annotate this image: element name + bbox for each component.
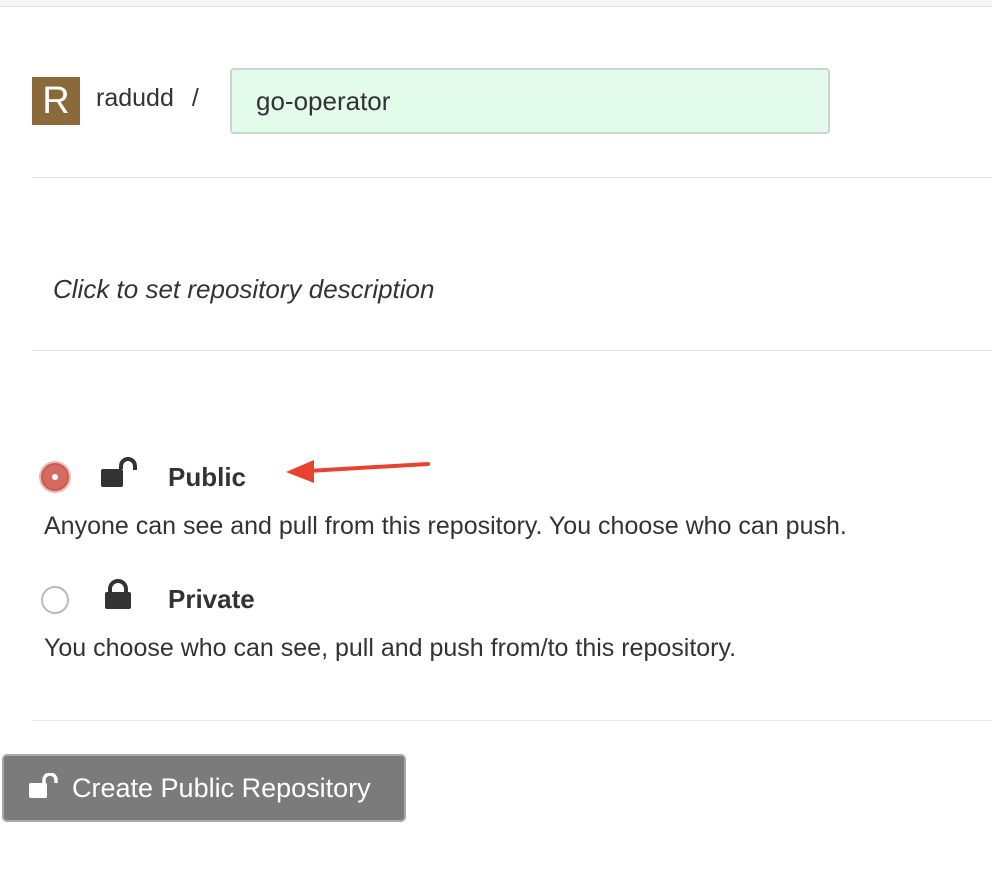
private-description: You choose who can see, pull and push fr… xyxy=(44,634,737,662)
public-label: Public xyxy=(168,462,247,492)
top-border xyxy=(0,0,992,7)
public-description: Anyone can see and pull from this reposi… xyxy=(44,512,847,540)
repository-name-input[interactable] xyxy=(230,68,830,134)
unlock-icon xyxy=(29,773,58,798)
owner-name: radudd xyxy=(96,83,174,112)
public-radio[interactable] xyxy=(41,463,69,491)
create-repository-button[interactable]: Create Public Repository xyxy=(2,754,406,822)
private-radio[interactable] xyxy=(41,586,69,614)
unlock-icon xyxy=(101,457,137,487)
private-label: Private xyxy=(168,584,255,614)
owner-avatar: R xyxy=(32,77,80,125)
repository-owner: R radudd / xyxy=(32,68,199,134)
repository-description-field[interactable]: Click to set repository description xyxy=(53,274,434,305)
annotation-arrow xyxy=(286,460,430,483)
create-button-label: Create Public Repository xyxy=(72,772,371,803)
divider xyxy=(32,350,992,351)
divider xyxy=(32,720,992,721)
divider xyxy=(32,177,992,178)
lock-icon xyxy=(105,579,131,609)
path-separator: / xyxy=(191,83,199,112)
